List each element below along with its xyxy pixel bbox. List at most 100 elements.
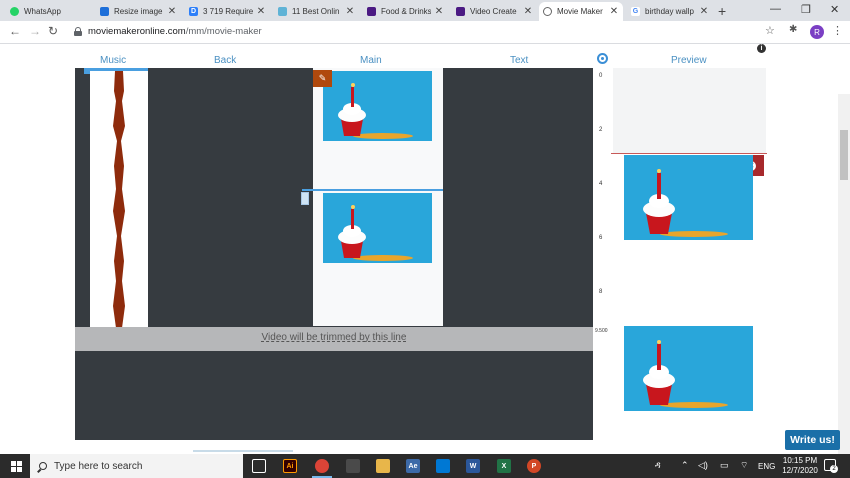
preview-frame-1[interactable]: [624, 155, 753, 240]
close-tab-icon[interactable]: ✕: [699, 6, 709, 17]
google-icon: G: [631, 7, 640, 16]
pin-icon[interactable]: ✎: [313, 70, 332, 87]
close-tab-icon[interactable]: ✕: [167, 6, 177, 17]
close-tab-icon[interactable]: ✕: [609, 6, 619, 17]
tab-title: 3 719 Require: [203, 7, 253, 16]
clock-time: 10:15 PM: [782, 456, 818, 465]
ruler-tick: 4: [599, 181, 603, 187]
illustrator-icon[interactable]: Ai: [283, 459, 297, 473]
close-tab-icon[interactable]: ✕: [523, 6, 533, 17]
extensions-icon[interactable]: ✱: [789, 24, 797, 35]
cupcake-image: [624, 155, 753, 240]
ruler-tick: 8: [599, 289, 603, 295]
close-tab-icon[interactable]: ✕: [256, 6, 266, 17]
info-icon[interactable]: i: [757, 44, 766, 53]
write-us-button[interactable]: Write us!: [785, 430, 840, 450]
search-icon: [39, 462, 47, 470]
excel-icon[interactable]: X: [497, 459, 511, 473]
task-view-icon[interactable]: [252, 459, 266, 473]
resize-icon: [100, 7, 109, 16]
tab-title: Movie Maker: [557, 7, 603, 16]
maximize-icon[interactable]: ❐: [801, 3, 811, 16]
address-bar: ← → ↻ moviemakeronline.com/mm/movie-make…: [0, 21, 850, 44]
preview-area: [613, 68, 766, 154]
audio-waveform: [113, 71, 125, 328]
chrome-icon[interactable]: [315, 459, 329, 473]
forward-arrow-icon[interactable]: →: [29, 24, 41, 38]
cupcake-image: [624, 326, 753, 411]
close-tab-icon[interactable]: ✕: [345, 6, 355, 17]
main-track[interactable]: [302, 68, 443, 326]
chevron-up-icon[interactable]: ⌃: [681, 460, 689, 471]
back-arrow-icon[interactable]: ←: [9, 24, 21, 38]
notification-count: 2: [830, 465, 838, 473]
language-indicator[interactable]: ENG: [758, 462, 775, 471]
store-icon[interactable]: [346, 459, 360, 473]
new-tab-button[interactable]: +: [718, 3, 726, 19]
scrollbar-thumb[interactable]: [840, 130, 848, 180]
close-tab-icon[interactable]: ✕: [434, 6, 444, 17]
url-field[interactable]: moviemakeronline.com/mm/movie-maker: [88, 26, 262, 37]
cupcake-clip-2[interactable]: [323, 193, 432, 263]
file-explorer-icon[interactable]: [376, 459, 390, 473]
ruler-tick: 6: [599, 235, 603, 241]
mail-icon[interactable]: [436, 459, 450, 473]
tab-video-create[interactable]: Video Create ✕: [452, 2, 537, 21]
ruler-end-time: 9.500: [595, 328, 608, 334]
tab-birthday-wallpaper[interactable]: G birthday wallp ✕: [627, 2, 713, 21]
tab-best-online[interactable]: 11 Best Onlin ✕: [274, 2, 359, 21]
clip-drag-handle[interactable]: [301, 192, 309, 205]
clip-separator: [302, 189, 443, 191]
tab-title: 11 Best Onlin: [292, 7, 340, 16]
close-window-icon[interactable]: ✕: [830, 3, 839, 16]
tab-title: Food & Drinks: [381, 7, 431, 16]
tab-resize-image[interactable]: Resize image f ✕: [96, 2, 181, 21]
star-icon[interactable]: ☆: [765, 24, 775, 37]
column-music[interactable]: Music: [100, 55, 126, 66]
powerpoint-icon[interactable]: P: [527, 459, 541, 473]
music-track[interactable]: [90, 71, 148, 328]
photo-editor-icon[interactable]: Ae: [406, 459, 420, 473]
menu-icon[interactable]: ⋮: [832, 24, 843, 37]
movie-maker-page: i Music Back Main Text Preview ✎ Video w…: [0, 44, 850, 478]
tab-movie-maker[interactable]: Movie Maker ✕: [539, 2, 623, 21]
reload-icon[interactable]: ↻: [48, 24, 58, 38]
minimize-icon[interactable]: —: [770, 3, 781, 15]
column-back[interactable]: Back: [214, 55, 236, 66]
timeline[interactable]: ✎ Video will be trimmed by this line: [75, 68, 593, 440]
tab-required[interactable]: D 3 719 Require ✕: [185, 2, 270, 21]
tab-title: Video Create: [470, 7, 517, 16]
system-clock[interactable]: 10:15 PM 12/7/2020: [780, 456, 820, 476]
taskbar-search-box[interactable]: Type here to search: [30, 454, 243, 478]
word-icon[interactable]: W: [466, 459, 480, 473]
settings-gear-icon[interactable]: [597, 53, 608, 64]
column-main[interactable]: Main: [360, 55, 382, 66]
clock-date: 12/7/2020: [782, 466, 818, 475]
tab-whatsapp[interactable]: WhatsApp: [6, 2, 91, 21]
search-placeholder: Type here to search: [54, 460, 143, 472]
column-preview[interactable]: Preview: [671, 55, 707, 66]
volume-icon[interactable]: ◁): [698, 460, 708, 471]
whatsapp-icon: [10, 7, 19, 16]
preview-position-line: [611, 153, 767, 154]
tab-title: WhatsApp: [24, 7, 61, 16]
windows-start-icon[interactable]: [11, 461, 22, 472]
preview-frame-2[interactable]: [624, 326, 753, 411]
people-icon[interactable]: ዳ: [655, 460, 661, 471]
column-text[interactable]: Text: [510, 55, 528, 66]
cupcake-image: [323, 71, 432, 141]
url-domain: moviemakeronline.com: [88, 26, 186, 37]
battery-icon[interactable]: ▭: [720, 460, 729, 471]
wifi-icon[interactable]: ⌔: [740, 460, 748, 471]
avatar[interactable]: R: [810, 25, 824, 39]
tab-title: birthday wallp: [645, 7, 694, 16]
lock-icon[interactable]: [74, 27, 82, 36]
url-path: /mm/movie-maker: [185, 26, 262, 37]
moviemaker-icon: [543, 7, 552, 16]
tab-food-drinks[interactable]: Food & Drinks ✕: [363, 2, 448, 21]
bottom-scroll-strip: [193, 450, 293, 452]
page-scrollbar[interactable]: [838, 94, 850, 478]
canva-icon: [456, 7, 465, 16]
cupcake-clip-1[interactable]: [323, 71, 432, 141]
tab-title: Resize image f: [114, 7, 164, 16]
